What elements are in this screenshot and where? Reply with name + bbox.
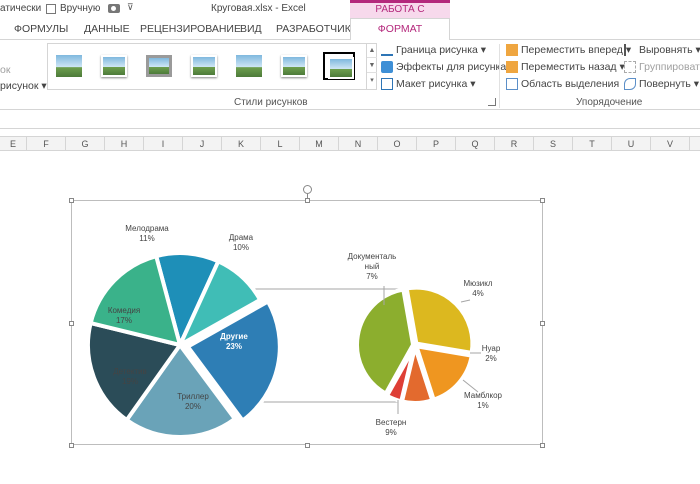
data-label: Нуар 2%: [482, 344, 501, 363]
data-label: Мелодрама 11%: [125, 224, 169, 243]
data-label: Мюзикл 4%: [463, 279, 492, 298]
pie-of-pie-chart: Мелодрама 11% Драма 10%Другие 23%Триллер 20%Д…: [86, 224, 503, 439]
data-label: Мамблкор 1%: [464, 391, 503, 410]
data-label: Вестерн 9%: [376, 418, 407, 437]
data-label: Документаль ный 7%: [348, 252, 397, 281]
secondary-pie-slice: [404, 285, 475, 355]
leader-line: [460, 299, 471, 303]
data-label: Драма 10%: [229, 233, 254, 252]
